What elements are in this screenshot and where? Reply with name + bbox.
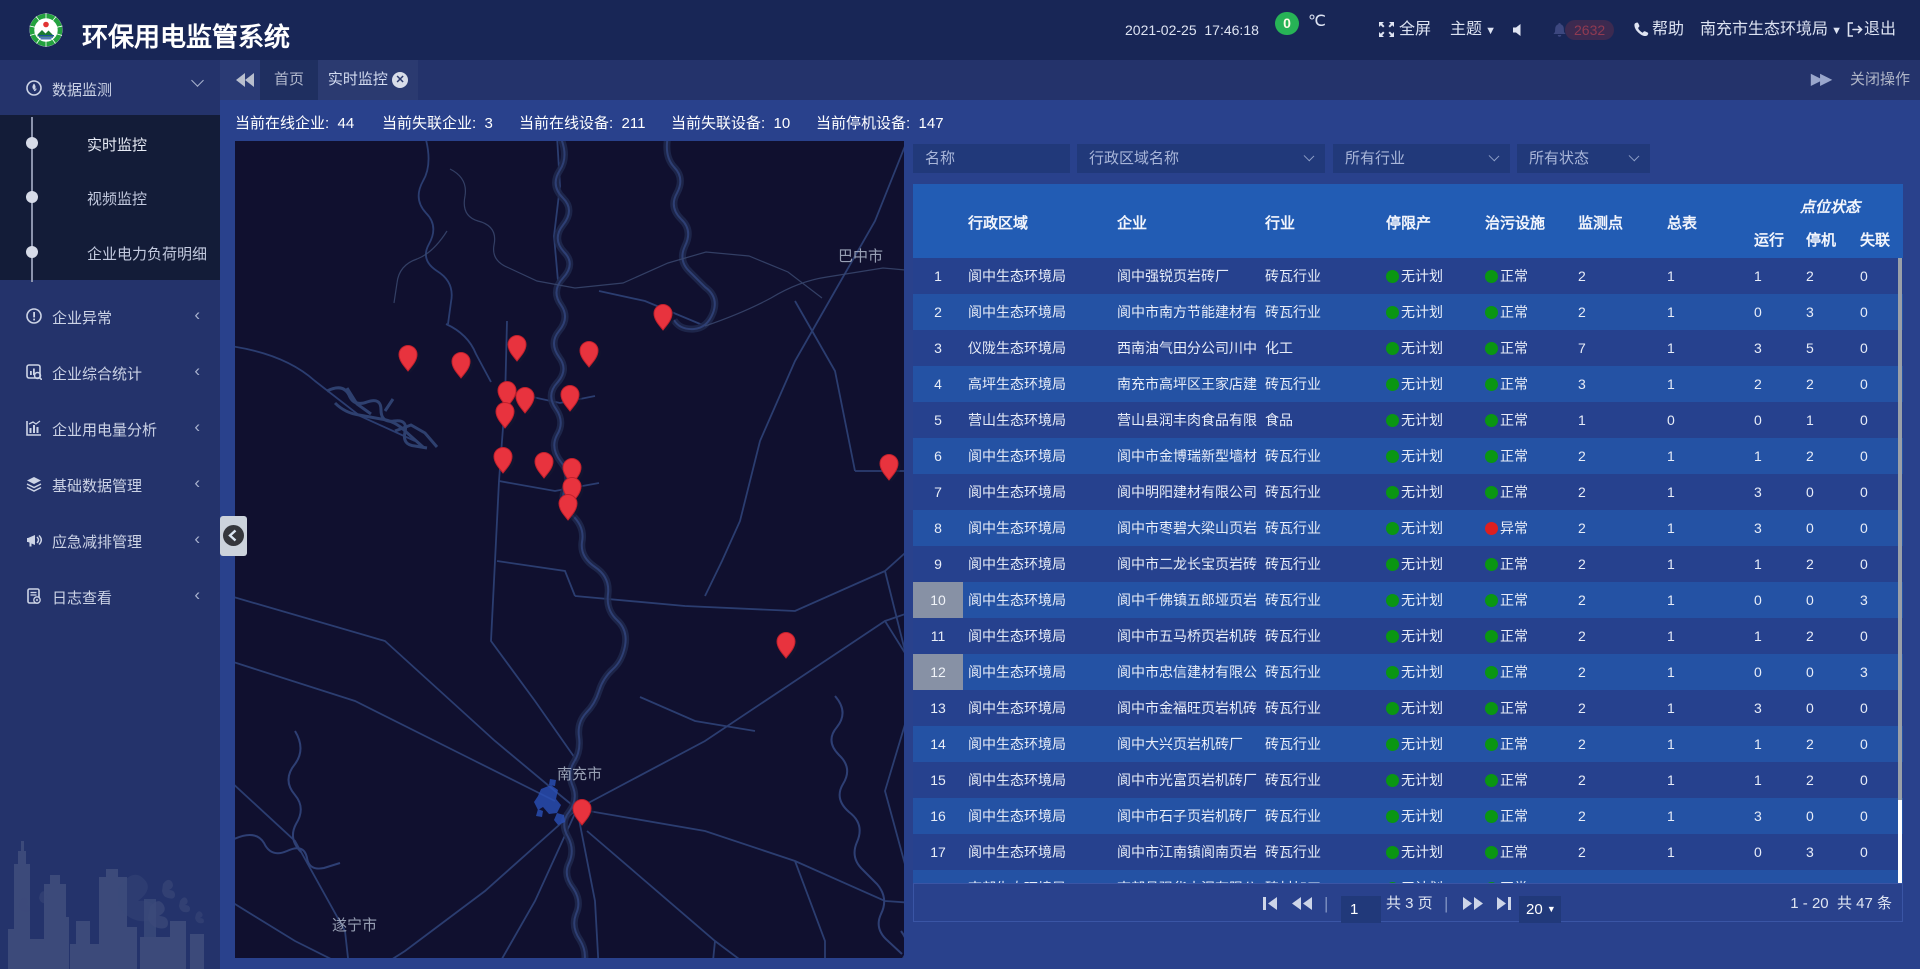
- svg-text:巴中市: 巴中市: [838, 248, 883, 265]
- svg-text:南充市: 南充市: [557, 766, 602, 783]
- svg-text:遂宁市: 遂宁市: [332, 917, 377, 934]
